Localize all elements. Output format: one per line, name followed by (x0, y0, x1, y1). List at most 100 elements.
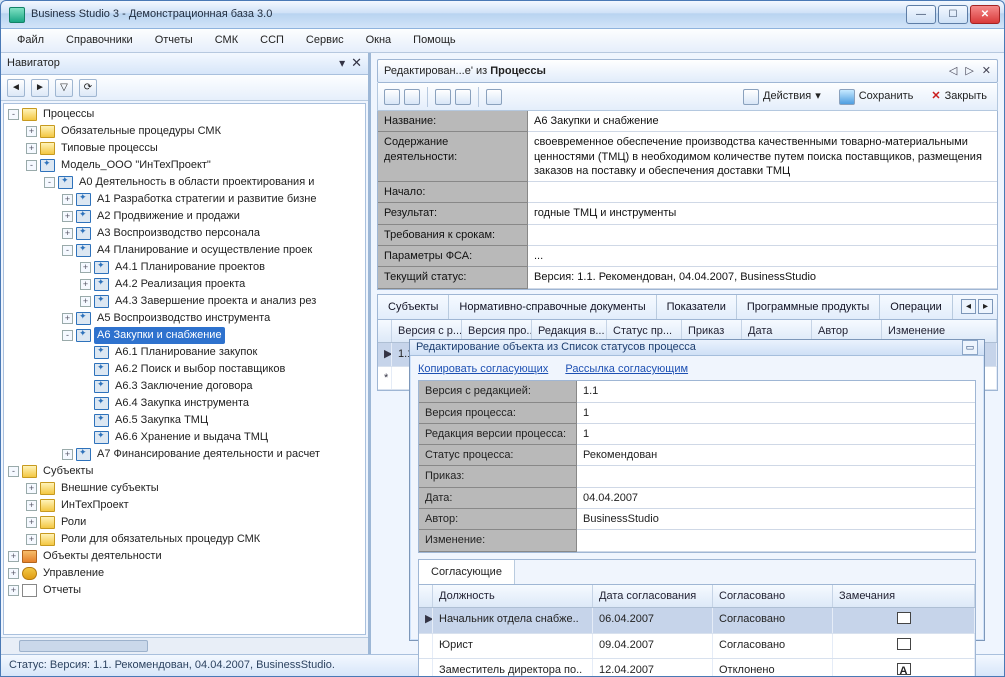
tree-item[interactable]: А4.2 Реализация проекта (112, 276, 248, 292)
grid-cell[interactable]: 09.04.2007 (593, 634, 713, 658)
grid-cell[interactable]: Заместитель директора по.. (433, 659, 593, 677)
status-editor-panel[interactable]: Редактирование объекта из Список статусо… (409, 339, 985, 641)
tab-indicators[interactable]: Показатели (657, 295, 737, 319)
tree-item[interactable]: А2 Продвижение и продажи (94, 208, 243, 224)
grid-cell-notes[interactable]: A (833, 659, 975, 677)
document-tab[interactable]: Редактирован...е' из Процессы ◁ ▷ ✕ (377, 59, 998, 83)
tree-item[interactable]: А4 Планирование и осуществление проек (94, 242, 315, 258)
tree-item[interactable]: Роли для обязательных процедур СМК (58, 531, 263, 547)
tab-nav-right-icon[interactable]: ▷ (965, 64, 973, 78)
back-icon[interactable]: ◄ (7, 79, 25, 97)
tab-software[interactable]: Программные продукты (737, 295, 880, 319)
menu-help[interactable]: Помощь (403, 30, 466, 50)
close-button[interactable]: ✕Закрыть (927, 87, 991, 105)
tree-item[interactable]: ИнТехПроект (58, 497, 132, 513)
prop-value[interactable]: Рекомендован (577, 445, 975, 466)
tab-close-icon[interactable]: ✕ (982, 64, 991, 78)
prop-value[interactable]: 1 (577, 424, 975, 445)
grid-cell[interactable]: Согласовано (713, 634, 833, 658)
grid-cell[interactable]: 06.04.2007 (593, 608, 713, 632)
menu-file[interactable]: Файл (7, 30, 54, 50)
actions-button[interactable]: Действия ▾ (739, 87, 825, 107)
grid-col[interactable]: Согласовано (713, 585, 833, 607)
tree-item[interactable]: А6.5 Закупка ТМЦ (112, 412, 211, 428)
tree-subjects[interactable]: Субъекты (40, 463, 96, 479)
tree-item[interactable]: Типовые процессы (58, 140, 161, 156)
titlebar[interactable]: Business Studio 3 - Демонстрационная баз… (1, 1, 1004, 29)
tree-item[interactable]: А7 Финансирование деятельности и расчет (94, 446, 323, 462)
grid-cell[interactable]: 12.04.2007 (593, 659, 713, 677)
tree-item[interactable]: Внешние субъекты (58, 480, 162, 496)
approvers-grid[interactable]: Должность Дата согласования Согласовано … (418, 584, 976, 677)
prop-value[interactable]: 1 (577, 403, 975, 424)
tab-nav-left-icon[interactable]: ◁ (949, 64, 957, 78)
tree-processes[interactable]: Процессы (40, 106, 97, 122)
panel-close-icon[interactable]: ✕ (351, 55, 362, 72)
prop-value[interactable]: А6 Закупки и снабжение (528, 111, 997, 132)
tree-item[interactable]: А0 Деятельность в области проектирования… (76, 174, 317, 190)
grid-row[interactable]: ▶ Начальник отдела снабже.. 06.04.2007 С… (419, 608, 975, 633)
save-icon[interactable] (384, 89, 400, 105)
prop-value[interactable]: 1.1 (577, 381, 975, 402)
tree-hscrollbar[interactable] (1, 637, 368, 654)
grid-col[interactable]: Должность (433, 585, 593, 607)
print-icon[interactable] (455, 89, 471, 105)
tree-reports[interactable]: Отчеты (40, 582, 84, 598)
tab-documents[interactable]: Нормативно-справочные документы (449, 295, 656, 319)
tree-item-selected[interactable]: А6 Закупки и снабжение (94, 327, 225, 343)
tab-scroll-right-icon[interactable]: ▸ (978, 299, 993, 314)
prop-value[interactable] (528, 225, 997, 246)
subpanel-close-icon[interactable]: ▭ (962, 340, 978, 355)
prop-value[interactable] (528, 182, 997, 203)
tree-item[interactable]: А6.3 Заключение договора (112, 378, 256, 394)
new-doc-icon[interactable] (404, 89, 420, 105)
tree-item[interactable]: Роли (58, 514, 89, 530)
menu-windows[interactable]: Окна (356, 30, 402, 50)
link-copy-approvers[interactable]: Копировать согласующих (418, 363, 548, 375)
tab-subjects[interactable]: Субъекты (378, 295, 449, 319)
menu-reference[interactable]: Справочники (56, 30, 143, 50)
tab-scroll-left-icon[interactable]: ◂ (961, 299, 976, 314)
window-close-button[interactable]: ✕ (970, 5, 1000, 24)
grid-col[interactable]: Дата согласования (593, 585, 713, 607)
tree-item[interactable]: Модель_ООО "ИнТехПроект" (58, 157, 214, 173)
grid-cell[interactable]: Согласовано (713, 608, 833, 632)
prop-value[interactable]: Версия: 1.1. Рекомендован, 04.04.2007, B… (528, 267, 997, 288)
navigator-tree[interactable]: -Процессы +Обязательные процедуры СМК +Т… (3, 103, 366, 635)
grid-row[interactable]: Заместитель директора по.. 12.04.2007 От… (419, 659, 975, 677)
pin-icon[interactable]: ▾ (339, 56, 345, 72)
prop-value[interactable]: годные ТМЦ и инструменты (528, 203, 997, 224)
prop-value[interactable]: ... (528, 246, 997, 267)
grid-cell[interactable]: Отклонено (713, 659, 833, 677)
grid-cell[interactable]: Юрист (433, 634, 593, 658)
tree-item[interactable]: А4.3 Завершение проекта и анализ рез (112, 293, 319, 309)
grid-row[interactable]: Юрист 09.04.2007 Согласовано (419, 634, 975, 659)
tree-item[interactable]: А6.1 Планирование закупок (112, 344, 260, 360)
minimize-button[interactable]: — (906, 5, 936, 24)
prop-value[interactable]: BusinessStudio (577, 509, 975, 530)
fwd-icon[interactable]: ► (31, 79, 49, 97)
grid-cell-notes[interactable] (833, 608, 975, 632)
menu-service[interactable]: Сервис (296, 30, 354, 50)
link-icon[interactable] (486, 89, 502, 105)
subpanel-header[interactable]: Редактирование объекта из Список статусо… (410, 340, 984, 356)
tree-item[interactable]: А5 Воспроизводство инструмента (94, 310, 273, 326)
tree-item[interactable]: А6.4 Закупка инструмента (112, 395, 252, 411)
menu-reports[interactable]: Отчеты (145, 30, 203, 50)
tree-item[interactable]: А6.6 Хранение и выдача ТМЦ (112, 429, 271, 445)
tree-objects[interactable]: Объекты деятельности (40, 548, 165, 564)
grid-col[interactable]: Замечания (833, 585, 975, 607)
grid-icon[interactable] (435, 89, 451, 105)
menu-ssp[interactable]: ССП (250, 30, 294, 50)
tab-operations[interactable]: Операции (880, 295, 952, 319)
tree-item[interactable]: А3 Воспроизводство персонала (94, 225, 263, 241)
filter-icon[interactable]: ▽ (55, 79, 73, 97)
tree-management[interactable]: Управление (40, 565, 107, 581)
menu-smk[interactable]: СМК (205, 30, 248, 50)
tab-approvers[interactable]: Согласующие (419, 560, 515, 584)
refresh-icon[interactable]: ⟳ (79, 79, 97, 97)
save-button[interactable]: Сохранить (835, 87, 918, 107)
maximize-button[interactable]: ☐ (938, 5, 968, 24)
prop-value[interactable] (577, 466, 975, 487)
grid-cell[interactable]: Начальник отдела снабже.. (433, 608, 593, 632)
